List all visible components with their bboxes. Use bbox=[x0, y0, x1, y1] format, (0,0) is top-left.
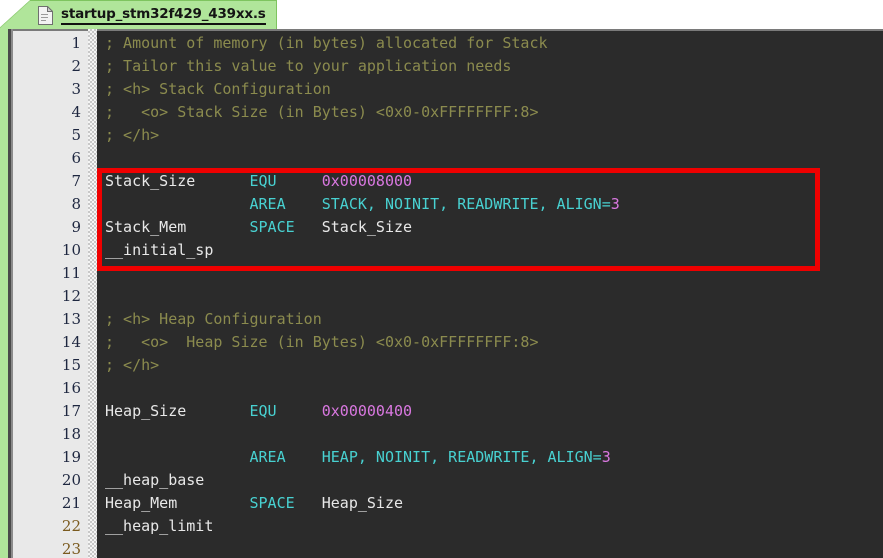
code-line[interactable]: ; </h> bbox=[97, 354, 883, 377]
line-number: 2 bbox=[71, 57, 81, 75]
line-number: 15 bbox=[61, 356, 81, 374]
code-token-keyword: STACK, NOINIT, READWRITE, ALIGN= bbox=[321, 195, 611, 213]
code-line[interactable] bbox=[97, 262, 883, 285]
code-token-ident: Heap_Mem bbox=[105, 494, 178, 512]
code-line[interactable]: AREA HEAP, NOINIT, READWRITE, ALIGN=3 bbox=[97, 446, 883, 469]
line-number: 22 bbox=[61, 517, 81, 535]
line-number: 13 bbox=[61, 310, 81, 328]
code-line[interactable] bbox=[97, 423, 883, 446]
code-line[interactable]: Heap_Mem SPACE Heap_Size bbox=[97, 492, 883, 515]
code-token-keyword: AREA bbox=[249, 448, 286, 466]
code-token-comment: ; <h> Heap Configuration bbox=[105, 310, 322, 328]
line-number: 12 bbox=[61, 287, 81, 305]
line-number: 9 bbox=[71, 218, 81, 236]
code-token-ident: __heap_limit bbox=[105, 517, 214, 535]
code-token-comment: ; </h> bbox=[105, 126, 160, 144]
code-token-comment: ; Amount of memory (in bytes) allocated … bbox=[105, 34, 548, 52]
code-line[interactable]: ; </h> bbox=[97, 124, 883, 147]
code-text-area[interactable]: ; Amount of memory (in bytes) allocated … bbox=[97, 31, 883, 558]
code-line[interactable] bbox=[97, 377, 883, 400]
code-token-keyword: EQU bbox=[249, 172, 277, 190]
code-line[interactable]: ; <o> Heap Size (in Bytes) <0x0-0xFFFFFF… bbox=[97, 331, 883, 354]
code-token-keyword: SPACE bbox=[249, 218, 295, 236]
code-line[interactable]: ; Amount of memory (in bytes) allocated … bbox=[97, 32, 883, 55]
code-line[interactable]: ; Tailor this value to your application … bbox=[97, 55, 883, 78]
folding-margin-strip[interactable] bbox=[88, 29, 97, 558]
line-number: 11 bbox=[61, 264, 81, 282]
code-line[interactable] bbox=[97, 147, 883, 170]
code-token-comment: ; <o> Heap Size (in Bytes) <0x0-0xFFFFFF… bbox=[105, 333, 539, 351]
file-tab-label: startup_stm32f429_439xx.s bbox=[61, 6, 266, 25]
code-token-comment: ; <h> Stack Configuration bbox=[105, 80, 331, 98]
code-token-number: 0x00008000 bbox=[321, 172, 413, 190]
code-line[interactable]: __initial_sp bbox=[97, 239, 883, 262]
code-token-ident: __initial_sp bbox=[105, 241, 214, 259]
code-token-comment: ; </h> bbox=[105, 356, 160, 374]
code-token-ident: Heap_Size bbox=[105, 402, 187, 420]
code-line[interactable]: Stack_Mem SPACE Stack_Size bbox=[97, 216, 883, 239]
line-number: 21 bbox=[61, 494, 81, 512]
code-token-comment: ; Tailor this value to your application … bbox=[105, 57, 512, 75]
code-token-keyword: EQU bbox=[249, 402, 277, 420]
window-left-edge bbox=[0, 29, 8, 558]
code-token-ident: Stack_Mem bbox=[105, 218, 187, 236]
code-token-ident: Stack_Size bbox=[105, 172, 196, 190]
code-line[interactable]: Heap_Size EQU 0x00000400 bbox=[97, 400, 883, 423]
code-token-ident: Heap_Size bbox=[321, 494, 404, 512]
code-token-keyword: AREA bbox=[249, 195, 286, 213]
file-tab-startup-s[interactable]: startup_stm32f429_439xx.s bbox=[30, 0, 277, 29]
tab-slant-edge bbox=[0, 0, 32, 29]
line-number: 19 bbox=[61, 448, 81, 466]
code-token-comment: ; <o> Stack Size (in Bytes) <0x0-0xFFFFF… bbox=[105, 103, 539, 121]
code-token-keyword: SPACE bbox=[249, 494, 295, 512]
code-token-ident: __heap_base bbox=[105, 471, 205, 489]
line-number: 4 bbox=[71, 103, 81, 121]
line-number: 8 bbox=[71, 195, 81, 213]
line-numbers: 1 2 3 4 5 6 7 8 9 10 11 12 13 14 15 16 17 18 19 20 21 22 23 bbox=[13, 32, 81, 558]
code-line[interactable]: ; <h> Stack Configuration bbox=[97, 78, 883, 101]
code-line[interactable]: AREA STACK, NOINIT, READWRITE, ALIGN=3 bbox=[97, 193, 883, 216]
line-number: 20 bbox=[61, 471, 81, 489]
code-token-ident: Stack_Size bbox=[321, 218, 413, 236]
line-number: 10 bbox=[61, 241, 81, 259]
code-line[interactable] bbox=[97, 285, 883, 308]
line-number: 18 bbox=[61, 425, 81, 443]
document-icon bbox=[38, 5, 53, 25]
code-line[interactable]: __heap_limit bbox=[97, 515, 883, 538]
code-line[interactable]: ; <h> Heap Configuration bbox=[97, 308, 883, 331]
line-number: 7 bbox=[71, 172, 81, 190]
code-token-number: 0x00000400 bbox=[321, 402, 413, 420]
line-number: 5 bbox=[71, 126, 81, 144]
line-number: 23 bbox=[61, 540, 81, 558]
code-line[interactable]: __heap_base bbox=[97, 469, 883, 492]
code-line[interactable]: ; <o> Stack Size (in Bytes) <0x0-0xFFFFF… bbox=[97, 101, 883, 124]
line-number: 1 bbox=[71, 34, 81, 52]
code-token-number: 3 bbox=[610, 195, 620, 213]
line-number: 14 bbox=[61, 333, 81, 351]
code-line[interactable] bbox=[97, 538, 883, 558]
code-token-keyword: HEAP, NOINIT, READWRITE, ALIGN= bbox=[321, 448, 602, 466]
code-line[interactable]: Stack_Size EQU 0x00008000 bbox=[97, 170, 883, 193]
editor-tab-bar: startup_stm32f429_439xx.s bbox=[0, 0, 883, 30]
line-number: 16 bbox=[61, 379, 81, 397]
line-number: 3 bbox=[71, 80, 81, 98]
line-number: 17 bbox=[61, 402, 81, 420]
code-editor[interactable]: 1 2 3 4 5 6 7 8 9 10 11 12 13 14 15 16 17 18 19 20 21 22 23 ; … bbox=[0, 29, 883, 558]
code-token-number: 3 bbox=[601, 448, 611, 466]
line-number: 6 bbox=[71, 149, 81, 167]
